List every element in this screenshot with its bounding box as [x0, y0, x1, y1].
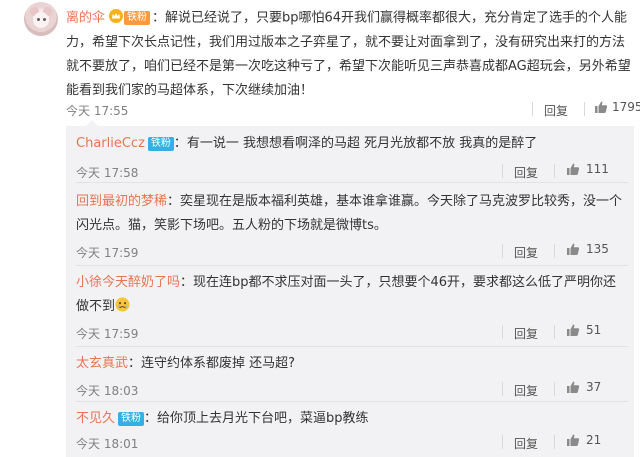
reply-body: 不见久 铁粉 ：给你顶上去月光下台吧，菜逼bp教练 — [76, 407, 628, 431]
reply-body: 小徐今天醉奶了吗：现在连bp都不求压对面一头了，只想要个46开，要求都这么低了严… — [76, 271, 628, 319]
reply-time: 今天 17:58 — [76, 166, 139, 180]
like-button[interactable]: 37 — [566, 380, 601, 394]
reply-divider — [76, 401, 628, 402]
reply-username[interactable]: CharlieCcz — [76, 136, 145, 151]
crying-emoji-icon — [115, 297, 130, 312]
reply-button[interactable]: 回复 — [514, 244, 538, 261]
main-like-count: 1795 — [612, 100, 640, 114]
reply-username[interactable]: 太玄真武 — [76, 356, 128, 371]
replies-panel: CharlieCcz 铁粉 ：有一说一 我想想看啊泽的马超 死月光放都不放 我真的是… — [66, 120, 634, 457]
thumbs-up-icon — [567, 381, 580, 393]
thumbs-up-icon — [567, 163, 580, 175]
main-username[interactable]: 离的伞 — [66, 11, 105, 26]
reply-divider — [76, 265, 628, 266]
reply-text: ：连守约体系都废掉 还马超? — [128, 356, 296, 371]
main-comment-body: 离的伞 铁粉 ：解说已经说了，只要bp哪怕64开我们赢得概率都很大，充分肯定了选手的… — [66, 6, 634, 103]
reply-divider — [76, 182, 628, 183]
reply-body: CharlieCcz 铁粉 ：有一说一 我想想看啊泽的马超 死月光放都不放 我真的是… — [76, 132, 628, 156]
main-comment: 离的伞 铁粉 ：解说已经说了，只要bp哪怕64开我们赢得概率都很大，充分肯定了选手的… — [0, 0, 640, 125]
meta-divider — [502, 325, 503, 339]
reply-button[interactable]: 回复 — [514, 382, 538, 399]
crown-icon[interactable] — [109, 9, 124, 23]
like-button[interactable]: 135 — [566, 242, 609, 256]
reply-body: 回到最初的梦稀：奕星现在是版本福利英雄，基本谁拿谁赢。今天除了马克波罗比较秀，没… — [76, 190, 628, 238]
reply-meta: 今天 17:58 回复 111 — [76, 162, 628, 182]
iron-fan-badge[interactable]: 铁粉 — [147, 137, 174, 151]
like-count: 21 — [586, 433, 602, 447]
main-comment-text: ：解说已经说了，只要bp哪怕64开我们赢得概率都很大，充分肯定了选手的个人能力，… — [66, 10, 631, 98]
reply-text: ：给你顶上去月光下台吧，菜逼bp教练 — [144, 411, 369, 426]
main-comment-time: 今天 17:55 — [66, 104, 129, 118]
meta-divider — [554, 435, 555, 449]
like-count: 51 — [586, 323, 602, 337]
iron-fan-badge[interactable]: 铁粉 — [118, 412, 145, 426]
fan-badge[interactable]: 铁粉 — [124, 11, 151, 25]
thumbs-up-icon — [567, 243, 580, 255]
main-reply-button[interactable]: 回复 — [544, 102, 568, 119]
reply-username[interactable]: 不见久 — [76, 411, 115, 426]
reply-username[interactable]: 回到最初的梦稀 — [76, 194, 167, 209]
meta-divider — [554, 164, 555, 178]
like-count: 37 — [586, 380, 602, 394]
reply-time: 今天 17:59 — [76, 327, 139, 341]
reply-time: 今天 18:01 — [76, 437, 139, 451]
meta-divider — [584, 102, 585, 116]
thumbs-up-icon — [567, 324, 580, 336]
like-count: 111 — [586, 162, 609, 176]
user-badges: 铁粉 — [109, 6, 151, 30]
reply-meta: 今天 17:59 回复 135 — [76, 242, 628, 262]
meta-divider — [502, 435, 503, 449]
meta-divider — [502, 244, 503, 258]
main-comment-meta: 今天 17:55 回复 1795 — [66, 100, 640, 120]
avatar-eye-right — [43, 18, 46, 21]
main-like-button[interactable]: 1795 — [594, 100, 640, 114]
thumbs-up-icon — [567, 434, 580, 446]
like-button[interactable]: 21 — [566, 433, 601, 447]
reply-meta: 今天 18:03 回复 37 — [76, 380, 628, 400]
reply-button[interactable]: 回复 — [514, 435, 538, 452]
reply-divider — [76, 346, 628, 347]
meta-divider — [502, 164, 503, 178]
reply-body: 太玄真武：连守约体系都废掉 还马超? — [76, 352, 628, 376]
reply-time: 今天 17:59 — [76, 246, 139, 260]
reply-button[interactable]: 回复 — [514, 164, 538, 181]
like-button[interactable]: 51 — [566, 323, 601, 337]
meta-divider — [532, 102, 533, 116]
meta-divider — [554, 382, 555, 396]
meta-divider — [554, 325, 555, 339]
meta-divider — [502, 382, 503, 396]
user-avatar[interactable] — [24, 2, 58, 36]
thumbs-up-icon — [595, 101, 608, 113]
reply-text: ：有一说一 我想想看啊泽的马超 死月光放都不放 我真的是醉了 — [173, 136, 538, 151]
reply-meta: 今天 18:01 回复 21 — [76, 433, 628, 453]
reply-button[interactable]: 回复 — [514, 325, 538, 342]
reply-username[interactable]: 小徐今天醉奶了吗 — [76, 275, 180, 290]
reply-time: 今天 18:03 — [76, 384, 139, 398]
like-count: 135 — [586, 242, 609, 256]
reply-meta: 今天 17:59 回复 51 — [76, 323, 628, 343]
avatar-eye-left — [37, 18, 40, 21]
avatar-face — [33, 12, 49, 28]
meta-divider — [554, 244, 555, 258]
like-button[interactable]: 111 — [566, 162, 609, 176]
